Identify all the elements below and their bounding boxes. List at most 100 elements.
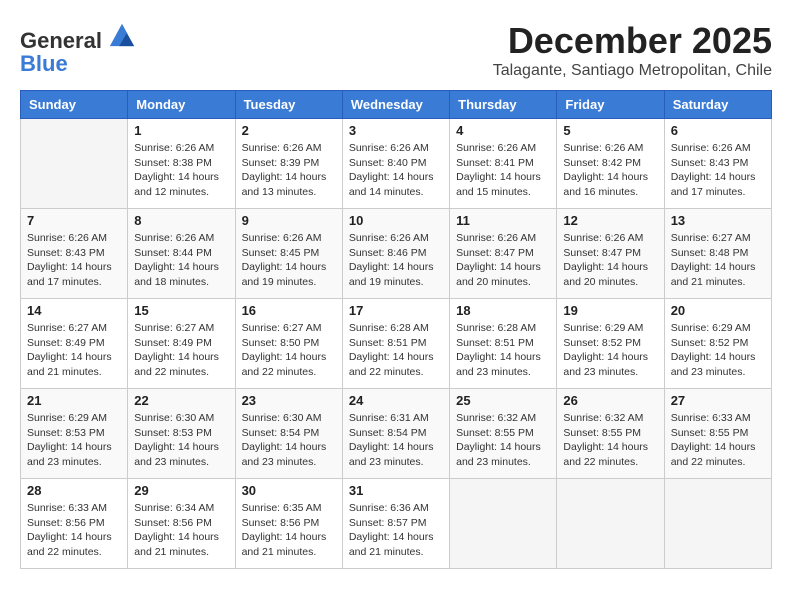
calendar-cell: 7Sunrise: 6:26 AM Sunset: 8:43 PM Daylig… <box>21 209 128 299</box>
day-info: Sunrise: 6:33 AM Sunset: 8:55 PM Dayligh… <box>671 411 765 470</box>
day-number: 19 <box>563 303 657 318</box>
day-number: 23 <box>242 393 336 408</box>
day-number: 28 <box>27 483 121 498</box>
day-number: 9 <box>242 213 336 228</box>
calendar-cell <box>664 479 771 569</box>
day-number: 13 <box>671 213 765 228</box>
day-info: Sunrise: 6:26 AM Sunset: 8:42 PM Dayligh… <box>563 141 657 200</box>
day-info: Sunrise: 6:27 AM Sunset: 8:49 PM Dayligh… <box>134 321 228 380</box>
day-number: 22 <box>134 393 228 408</box>
day-info: Sunrise: 6:26 AM Sunset: 8:47 PM Dayligh… <box>456 231 550 290</box>
day-number: 26 <box>563 393 657 408</box>
calendar-cell: 13 Sunrise: 6:27 AM Sunset: 8:48 PM Dayli… <box>664 209 771 299</box>
day-info: Sunrise: 6:31 AM Sunset: 8:54 PM Dayligh… <box>349 411 443 470</box>
calendar-cell: 20 Sunrise: 6:29 AM Sunset: 8:52 PM Dayli… <box>664 299 771 389</box>
calendar-cell: 27 Sunrise: 6:33 AM Sunset: 8:55 PM Dayli… <box>664 389 771 479</box>
calendar-cell: 16 Sunrise: 6:27 AM Sunset: 8:50 PM Dayli… <box>235 299 342 389</box>
day-info: Sunrise: 6:26 AM Sunset: 8:41 PM Dayligh… <box>456 141 550 200</box>
calendar-cell: 19 Sunrise: 6:29 AM Sunset: 8:52 PM Dayli… <box>557 299 664 389</box>
calendar-cell: 11 Sunrise: 6:26 AM Sunset: 8:47 PM Dayli… <box>450 209 557 299</box>
day-number: 5 <box>563 123 657 138</box>
day-info: Sunrise: 6:27 AM Sunset: 8:50 PM Dayligh… <box>242 321 336 380</box>
calendar-week-row: 28Sunrise: 6:33 AM Sunset: 8:56 PM Dayli… <box>21 479 772 569</box>
day-number: 25 <box>456 393 550 408</box>
calendar-cell <box>450 479 557 569</box>
logo-icon <box>108 20 136 48</box>
day-info: Sunrise: 6:26 AM Sunset: 8:43 PM Dayligh… <box>671 141 765 200</box>
logo: General Blue <box>20 20 136 76</box>
day-number: 2 <box>242 123 336 138</box>
calendar-cell: 23 Sunrise: 6:30 AM Sunset: 8:54 PM Dayli… <box>235 389 342 479</box>
day-info: Sunrise: 6:29 AM Sunset: 8:52 PM Dayligh… <box>563 321 657 380</box>
day-info: Sunrise: 6:26 AM Sunset: 8:38 PM Dayligh… <box>134 141 228 200</box>
calendar-cell: 29 Sunrise: 6:34 AM Sunset: 8:56 PM Dayli… <box>128 479 235 569</box>
calendar-cell: 17 Sunrise: 6:28 AM Sunset: 8:51 PM Dayli… <box>342 299 449 389</box>
day-info: Sunrise: 6:26 AM Sunset: 8:44 PM Dayligh… <box>134 231 228 290</box>
day-number: 17 <box>349 303 443 318</box>
calendar-week-row: 7Sunrise: 6:26 AM Sunset: 8:43 PM Daylig… <box>21 209 772 299</box>
day-number: 4 <box>456 123 550 138</box>
calendar-cell: 15 Sunrise: 6:27 AM Sunset: 8:49 PM Dayli… <box>128 299 235 389</box>
day-number: 24 <box>349 393 443 408</box>
calendar-cell: 14Sunrise: 6:27 AM Sunset: 8:49 PM Dayli… <box>21 299 128 389</box>
day-number: 10 <box>349 213 443 228</box>
calendar-cell: 25 Sunrise: 6:32 AM Sunset: 8:55 PM Dayli… <box>450 389 557 479</box>
logo-blue: Blue <box>20 51 68 76</box>
title-area: December 2025 Talagante, Santiago Metrop… <box>493 20 772 80</box>
day-number: 30 <box>242 483 336 498</box>
calendar-cell <box>557 479 664 569</box>
calendar-cell: 9 Sunrise: 6:26 AM Sunset: 8:45 PM Daylig… <box>235 209 342 299</box>
calendar-cell: 3Sunrise: 6:26 AM Sunset: 8:40 PM Daylig… <box>342 119 449 209</box>
day-info: Sunrise: 6:28 AM Sunset: 8:51 PM Dayligh… <box>349 321 443 380</box>
calendar-cell: 26Sunrise: 6:32 AM Sunset: 8:55 PM Dayli… <box>557 389 664 479</box>
day-info: Sunrise: 6:26 AM Sunset: 8:43 PM Dayligh… <box>27 231 121 290</box>
day-info: Sunrise: 6:26 AM Sunset: 8:45 PM Dayligh… <box>242 231 336 290</box>
day-info: Sunrise: 6:29 AM Sunset: 8:52 PM Dayligh… <box>671 321 765 380</box>
day-number: 31 <box>349 483 443 498</box>
calendar-week-row: 1 Sunrise: 6:26 AM Sunset: 8:38 PM Daylig… <box>21 119 772 209</box>
calendar-table: SundayMondayTuesdayWednesdayThursdayFrid… <box>20 90 772 569</box>
day-info: Sunrise: 6:30 AM Sunset: 8:54 PM Dayligh… <box>242 411 336 470</box>
calendar-cell: 22Sunrise: 6:30 AM Sunset: 8:53 PM Dayli… <box>128 389 235 479</box>
day-info: Sunrise: 6:32 AM Sunset: 8:55 PM Dayligh… <box>456 411 550 470</box>
day-number: 16 <box>242 303 336 318</box>
day-number: 20 <box>671 303 765 318</box>
calendar-cell: 30 Sunrise: 6:35 AM Sunset: 8:56 PM Dayli… <box>235 479 342 569</box>
day-number: 14 <box>27 303 121 318</box>
calendar-cell: 12Sunrise: 6:26 AM Sunset: 8:47 PM Dayli… <box>557 209 664 299</box>
calendar-cell: 8 Sunrise: 6:26 AM Sunset: 8:44 PM Daylig… <box>128 209 235 299</box>
weekday-header-row: SundayMondayTuesdayWednesdayThursdayFrid… <box>21 91 772 119</box>
day-number: 15 <box>134 303 228 318</box>
day-info: Sunrise: 6:26 AM Sunset: 8:47 PM Dayligh… <box>563 231 657 290</box>
calendar-cell: 1 Sunrise: 6:26 AM Sunset: 8:38 PM Daylig… <box>128 119 235 209</box>
day-info: Sunrise: 6:26 AM Sunset: 8:39 PM Dayligh… <box>242 141 336 200</box>
calendar-week-row: 14 Sunrise: 6:27 AM Sunset: 8:49 PM Dayli… <box>21 299 772 389</box>
day-number: 6 <box>671 123 765 138</box>
calendar-cell: 18 Sunrise: 6:28 AM Sunset: 8:51 PM Dayli… <box>450 299 557 389</box>
weekday-header-monday: Monday <box>128 91 235 119</box>
day-info: Sunrise: 6:35 AM Sunset: 8:56 PM Dayligh… <box>242 501 336 560</box>
weekday-header-sunday: Sunday <box>21 91 128 119</box>
calendar-cell: 28Sunrise: 6:33 AM Sunset: 8:56 PM Dayli… <box>21 479 128 569</box>
calendar-cell: 5 Sunrise: 6:26 AM Sunset: 8:42 PM Daylig… <box>557 119 664 209</box>
day-info: Sunrise: 6:28 AM Sunset: 8:51 PM Dayligh… <box>456 321 550 380</box>
day-number: 29 <box>134 483 228 498</box>
day-info: Sunrise: 6:26 AM Sunset: 8:46 PM Dayligh… <box>349 231 443 290</box>
day-number: 8 <box>134 213 228 228</box>
calendar-cell: 4 Sunrise: 6:26 AM Sunset: 8:41 PM Daylig… <box>450 119 557 209</box>
calendar-cell: 24 Sunrise: 6:31 AM Sunset: 8:54 PM Dayli… <box>342 389 449 479</box>
day-number: 11 <box>456 213 550 228</box>
day-info: Sunrise: 6:34 AM Sunset: 8:56 PM Dayligh… <box>134 501 228 560</box>
day-info: Sunrise: 6:36 AM Sunset: 8:57 PM Dayligh… <box>349 501 443 560</box>
day-number: 18 <box>456 303 550 318</box>
day-number: 21 <box>27 393 121 408</box>
weekday-header-thursday: Thursday <box>450 91 557 119</box>
day-number: 1 <box>134 123 228 138</box>
header: General Blue December 2025 Talagante, Sa… <box>20 20 772 80</box>
calendar-cell: 21Sunrise: 6:29 AM Sunset: 8:53 PM Dayli… <box>21 389 128 479</box>
day-number: 27 <box>671 393 765 408</box>
calendar-cell: 2 Sunrise: 6:26 AM Sunset: 8:39 PM Daylig… <box>235 119 342 209</box>
day-info: Sunrise: 6:27 AM Sunset: 8:48 PM Dayligh… <box>671 231 765 290</box>
calendar-cell: 31 Sunrise: 6:36 AM Sunset: 8:57 PM Dayli… <box>342 479 449 569</box>
calendar-cell <box>21 119 128 209</box>
